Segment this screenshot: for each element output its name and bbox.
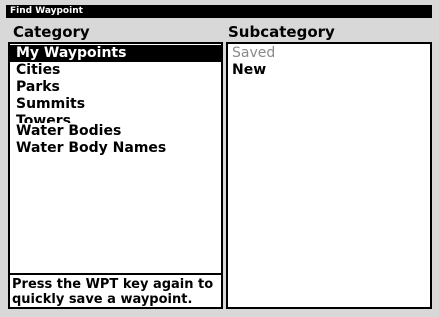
subcategory-item-saved[interactable]: Saved: [228, 45, 430, 62]
category-item-summits[interactable]: Summits: [10, 96, 221, 113]
category-item-my-waypoints[interactable]: My Waypoints: [10, 45, 221, 62]
hint-line-1: Press the WPT key again to: [12, 277, 214, 292]
window-title-bar: Find Waypoint: [6, 5, 432, 18]
category-list: My Waypoints Cities Parks Summits Towers…: [10, 44, 221, 157]
subcategory-list-panel: Saved New: [226, 42, 432, 309]
category-item-towers[interactable]: Towers: [10, 113, 221, 123]
hint-line-2: quickly save a waypoint.: [12, 292, 193, 307]
category-item-parks[interactable]: Parks: [10, 79, 221, 96]
category-item-water-body-names[interactable]: Water Body Names: [10, 140, 221, 157]
category-item-cities[interactable]: Cities: [10, 62, 221, 79]
subcategory-item-new[interactable]: New: [228, 62, 430, 79]
window-title: Find Waypoint: [10, 6, 83, 16]
hint-box: Press the WPT key again to quickly save …: [8, 273, 223, 309]
category-header: Category: [13, 23, 90, 41]
category-item-water-bodies[interactable]: Water Bodies: [10, 123, 221, 140]
subcategory-header: Subcategory: [228, 23, 335, 41]
category-list-panel: My Waypoints Cities Parks Summits Towers…: [8, 42, 223, 275]
subcategory-list: Saved New: [228, 44, 430, 79]
